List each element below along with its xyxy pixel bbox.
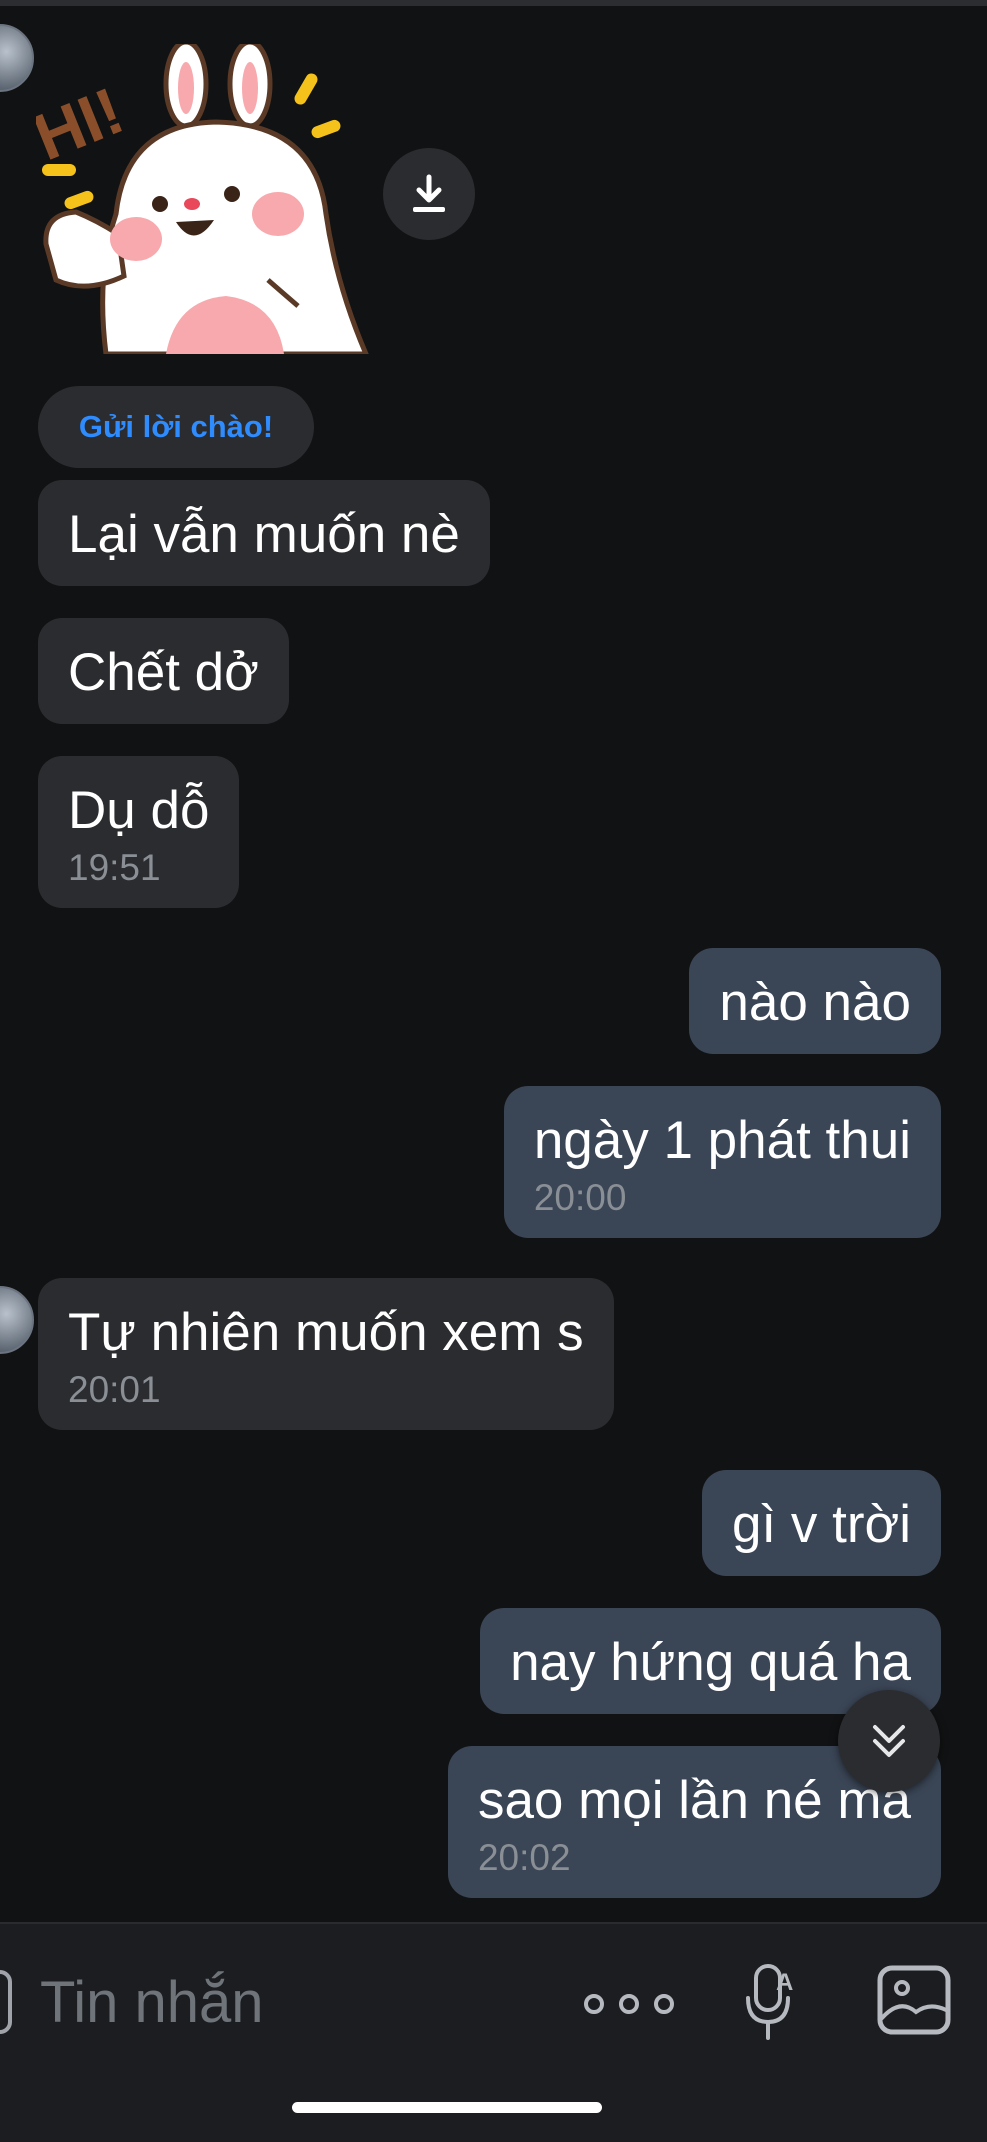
message-input[interactable]: Tin nhắn [40,1968,264,2038]
svg-text:A: A [776,1969,793,1996]
scroll-to-bottom-button[interactable] [838,1690,940,1792]
chevron-double-down-icon [873,1725,905,1757]
status-bar-edge [0,0,987,6]
send-greeting-button[interactable]: Gửi lời chào! [38,386,314,468]
bunny-hi-sticker[interactable]: HI! [36,44,376,354]
message-time: 19:51 [68,847,161,888]
voice-to-text-icon[interactable]: A [742,1960,806,2044]
sent-message[interactable]: ngày 1 phát thui 20:00 [503,1086,941,1238]
message-text: ngày 1 phát thui [533,1111,911,1170]
image-icon[interactable] [876,1964,952,2036]
sent-message[interactable]: nào nào [689,948,941,1054]
message-time: 20:02 [477,1837,571,1878]
received-message[interactable]: Chết dở [38,618,289,724]
received-message[interactable]: Dụ dỗ 19:51 [38,756,240,908]
message-text: nay hứng quá ha [510,1633,911,1692]
emoji-icon[interactable] [0,1970,12,2034]
message-text: Chết dở [68,643,259,702]
dot [584,1994,604,2014]
message-time: 20:00 [533,1177,627,1218]
greeting-label: Gửi lời chào! [78,409,274,444]
received-message[interactable]: Tự nhiên muốn xem s 20:01 [38,1278,614,1430]
home-indicator[interactable] [292,2102,602,2113]
more-options-icon[interactable] [584,1982,674,2026]
contact-avatar[interactable] [0,1286,34,1354]
download-icon [413,174,445,212]
message-text: sao mọi lần né mà [477,1771,911,1830]
message-text: Lại vẫn muốn nè [68,505,460,564]
message-text: gì v trời [731,1495,911,1554]
dot [654,1994,674,2014]
received-message[interactable]: Lại vẫn muốn nè [38,480,490,586]
message-time: 20:01 [68,1369,161,1410]
sent-message[interactable]: gì v trời [701,1470,941,1576]
message-text: nào nào [719,973,911,1032]
svg-text:HI!: HI! [36,73,133,175]
contact-avatar[interactable] [0,24,34,92]
message-text: Dụ dỗ [68,781,210,840]
dot [619,1994,639,2014]
download-button[interactable] [383,148,475,240]
message-text: Tự nhiên muốn xem s [68,1303,584,1362]
